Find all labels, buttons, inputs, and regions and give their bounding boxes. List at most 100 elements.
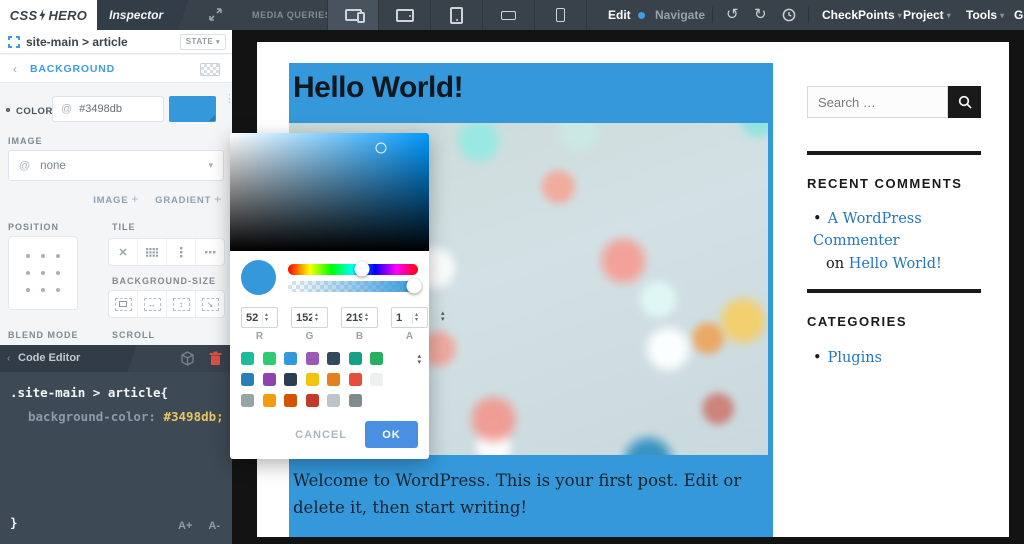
- device-desktop-and-phone-button[interactable]: [327, 0, 379, 30]
- device-phone-portrait-button[interactable]: [535, 0, 587, 30]
- navigate-mode-label[interactable]: Navigate: [655, 0, 705, 30]
- palette-swatch[interactable]: [305, 373, 319, 386]
- stepper-arrows-icon[interactable]: ▴ ▾: [362, 311, 370, 324]
- cancel-button[interactable]: CANCEL: [295, 429, 347, 441]
- history-clock-icon[interactable]: [782, 8, 796, 22]
- font-increase-button[interactable]: A+: [178, 520, 192, 532]
- undo-icon[interactable]: ↺: [726, 0, 739, 30]
- fullscreen-expand-icon[interactable]: [208, 7, 223, 22]
- palette-swatch[interactable]: [262, 373, 276, 386]
- palette-swatch[interactable]: [370, 352, 383, 365]
- drag-handle-dots-icon[interactable]: ⋮: [224, 94, 235, 105]
- export-cube-icon[interactable]: [180, 351, 195, 366]
- menu-project[interactable]: Project ▾: [903, 0, 951, 31]
- transparency-checker-icon[interactable]: [200, 63, 220, 76]
- menu-tools[interactable]: Tools ▾: [966, 0, 1004, 31]
- device-tablet-portrait-button[interactable]: [431, 0, 483, 30]
- hue-slider-handle[interactable]: [354, 261, 370, 277]
- add-gradient-button[interactable]: GRADIENT +: [155, 192, 222, 206]
- palette-swatch[interactable]: [327, 394, 340, 407]
- palette-swatch[interactable]: [241, 394, 254, 407]
- stepper-arrows-icon[interactable]: ▴ ▾: [412, 311, 420, 324]
- trash-icon[interactable]: [209, 351, 222, 366]
- palette-swatch[interactable]: [284, 394, 297, 407]
- chevron-left-icon[interactable]: ‹: [13, 55, 17, 83]
- menu-truncated[interactable]: G: [1014, 0, 1023, 30]
- size-width-button[interactable]: ↔: [138, 291, 167, 317]
- menu-checkpoints[interactable]: CheckPoints ▾: [822, 0, 902, 31]
- size-height-button[interactable]: ↕: [167, 291, 196, 317]
- background-section-label[interactable]: BACKGROUND: [30, 55, 115, 83]
- edit-mode-label[interactable]: Edit: [608, 0, 631, 30]
- palette-swatch[interactable]: [348, 352, 362, 365]
- palette-swatch[interactable]: [327, 352, 340, 365]
- state-dropdown[interactable]: STATE ▾: [179, 34, 226, 50]
- category-link[interactable]: Plugins: [828, 350, 882, 366]
- stepper-arrows-icon[interactable]: ▴ ▾: [312, 311, 320, 324]
- search-button[interactable]: [948, 86, 981, 118]
- saturation-value-area[interactable]: [230, 133, 429, 251]
- palette-swatch[interactable]: [348, 373, 362, 386]
- current-color-swatch[interactable]: [241, 260, 276, 295]
- alpha-slider-handle[interactable]: [406, 278, 422, 294]
- alpha-slider[interactable]: [288, 278, 422, 294]
- position-dot[interactable]: [56, 287, 61, 292]
- color-value-field[interactable]: @ #3498db: [52, 96, 164, 122]
- comment-post-link[interactable]: Hello World!: [849, 256, 942, 272]
- palette-swatch[interactable]: [305, 352, 319, 365]
- palette-swatch[interactable]: [305, 394, 319, 407]
- color-mode-toggle-icon[interactable]: ▴ ▾: [441, 310, 445, 323]
- device-phone-landscape-button[interactable]: [483, 0, 535, 30]
- color-swatch-button[interactable]: [169, 96, 216, 122]
- position-dot[interactable]: [25, 270, 30, 275]
- position-dot[interactable]: [25, 287, 30, 292]
- position-dot[interactable]: [40, 270, 45, 275]
- green-input[interactable]: [292, 311, 312, 324]
- palette-swatch[interactable]: [262, 352, 276, 365]
- position-dot[interactable]: [25, 254, 30, 259]
- hue-slider[interactable]: [288, 261, 418, 277]
- font-decrease-button[interactable]: A-: [208, 520, 220, 532]
- tile-repeat-button[interactable]: [138, 239, 167, 265]
- selector-breadcrumb[interactable]: site-main > article: [26, 30, 128, 54]
- palette-swatch[interactable]: [327, 373, 340, 386]
- palette-swatch[interactable]: [284, 373, 297, 386]
- edit-mode-toggle[interactable]: [638, 12, 645, 19]
- device-tablet-landscape-button[interactable]: [379, 0, 431, 30]
- size-cover-button[interactable]: ↘: [196, 291, 224, 317]
- post-content[interactable]: Welcome to WordPress. This is your first…: [293, 467, 767, 521]
- ok-button[interactable]: OK: [365, 421, 418, 448]
- app-logo[interactable]: CSS HERO: [0, 0, 97, 30]
- size-auto-button[interactable]: [109, 291, 138, 317]
- position-dot[interactable]: [40, 287, 45, 292]
- red-input[interactable]: [242, 311, 262, 324]
- search-input[interactable]: [807, 86, 948, 118]
- palette-swatch[interactable]: [241, 373, 254, 386]
- size-cover-icon: ↘: [201, 297, 219, 311]
- select-target-icon[interactable]: [8, 36, 20, 48]
- code-selector-line[interactable]: .site-main > article{: [10, 385, 168, 400]
- stepper-arrows-icon[interactable]: ▴ ▾: [262, 311, 270, 324]
- saturation-marker[interactable]: [375, 142, 387, 154]
- palette-swatch[interactable]: [241, 352, 254, 365]
- palette-swatch[interactable]: [262, 394, 276, 407]
- tile-repeat-y-button[interactable]: [167, 239, 196, 265]
- tile-repeat-x-button[interactable]: [196, 239, 224, 265]
- tile-none-button[interactable]: ✕: [109, 239, 138, 265]
- comment-author-link[interactable]: A WordPress Commenter: [813, 211, 922, 249]
- position-dot[interactable]: [56, 270, 61, 275]
- post-title[interactable]: Hello World!: [293, 71, 464, 105]
- palette-swatch[interactable]: [284, 352, 297, 365]
- image-select-dropdown[interactable]: @ none ▾: [8, 150, 224, 181]
- palette-swatch[interactable]: [348, 394, 362, 407]
- position-dot[interactable]: [56, 254, 61, 259]
- code-declaration-line[interactable]: background-color: #3498db;: [28, 409, 224, 424]
- tab-inspector[interactable]: Inspector: [84, 0, 188, 30]
- palette-pager-icon[interactable]: ▴ ▾: [417, 353, 421, 366]
- position-dot[interactable]: [40, 254, 45, 259]
- redo-icon[interactable]: ↻: [754, 0, 767, 30]
- palette-swatch[interactable]: [370, 373, 383, 386]
- blue-input[interactable]: [342, 311, 362, 324]
- alpha-input[interactable]: [392, 311, 412, 324]
- add-image-button[interactable]: IMAGE +: [93, 192, 139, 206]
